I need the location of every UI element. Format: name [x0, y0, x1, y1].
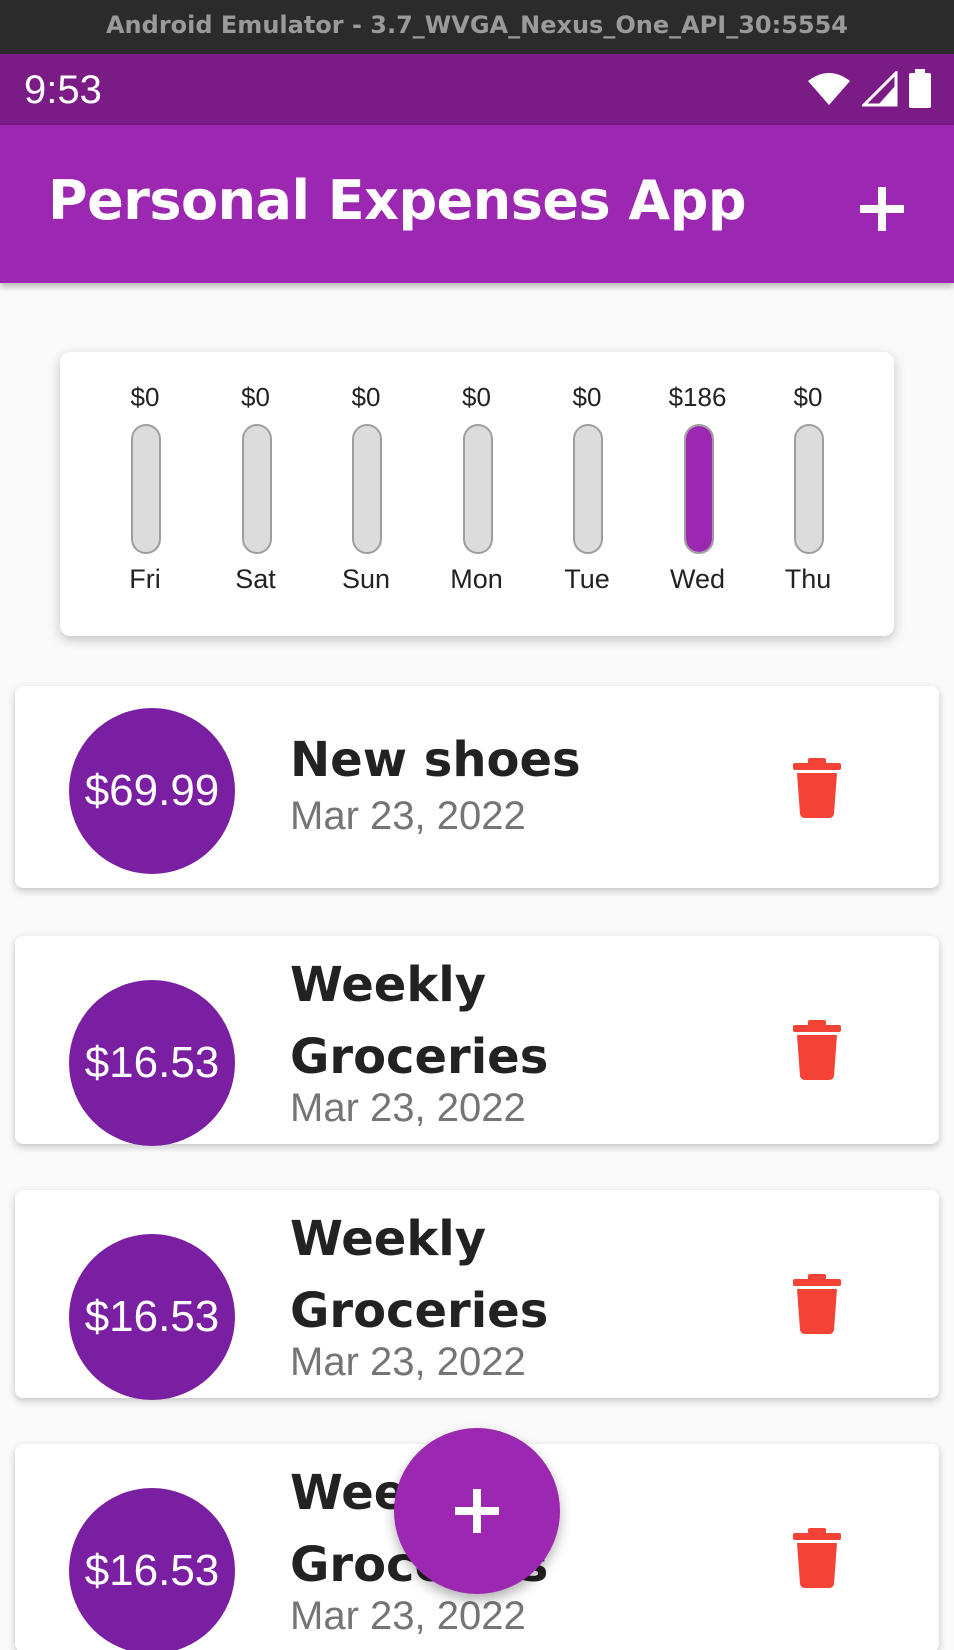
chart-bar-day: Wed [669, 564, 726, 594]
chart-bar-fill [685, 426, 712, 552]
chart-bar-day: Fri [129, 564, 161, 594]
chart-bar-track [462, 424, 493, 554]
chart-bar-day: Mon [450, 564, 503, 594]
emulator-window-title: Android Emulator - 3.7_WVGA_Nexus_One_AP… [0, 0, 954, 54]
chart-bar-2: $0 Sun [311, 352, 421, 636]
chart-bar-1: $0 Sat [201, 352, 311, 636]
trash-icon [793, 1274, 841, 1334]
app-bar: Personal Expenses App [0, 125, 954, 283]
transaction-amount-badge: $16.53 [69, 980, 235, 1146]
transaction-amount: $16.53 [84, 1038, 220, 1087]
chart-bar-amount: $186 [668, 382, 727, 412]
chart-bar-amount: $0 [793, 382, 823, 412]
wifi-icon [808, 73, 850, 105]
trash-icon [793, 1020, 841, 1080]
trash-icon [793, 758, 841, 818]
trash-icon [793, 1528, 841, 1588]
app-title: Personal Expenses App [48, 169, 747, 232]
chart-bar-track [352, 424, 382, 554]
delete-transaction-button[interactable] [791, 1020, 843, 1080]
transaction-title: Weekly Groceries [290, 957, 549, 1085]
chart-bar-6: $0 Thu [753, 352, 863, 636]
transaction-amount: $16.53 [84, 1546, 220, 1595]
chart-bar-track [241, 424, 272, 554]
chart-bar-4: $0 Tue [532, 352, 642, 636]
add-transaction-button[interactable] [852, 179, 912, 239]
chart-bar-amount: $0 [351, 382, 381, 412]
chart-bar-day: Tue [564, 564, 610, 594]
transaction-card: $16.53 Weekly GroceriesMar 23, 2022 [15, 1190, 939, 1400]
transaction-date: Mar 23, 2022 [290, 1086, 526, 1130]
add-transaction-fab[interactable] [394, 1428, 560, 1594]
phone-screen: 9:53 Personal Expenses App $0 Fri $0 Sat $0 S… [0, 54, 954, 1650]
delete-transaction-button[interactable] [791, 758, 843, 818]
delete-transaction-button[interactable] [791, 1274, 843, 1334]
transaction-card: $16.53 Weekly GroceriesMar 23, 2022 [15, 936, 939, 1146]
status-icons [806, 68, 932, 110]
signal-icon [862, 71, 898, 107]
chart-bar-track [573, 424, 603, 554]
transaction-card: $69.99 New shoes Mar 23, 2022 [15, 686, 939, 888]
chart-bar-day: Thu [784, 564, 832, 594]
chart-bar-track [794, 424, 824, 554]
chart-bar-0: $0 Fri [90, 352, 200, 636]
chart-bar-3: $0 Mon [422, 352, 532, 636]
chart-bar-amount: $0 [572, 382, 602, 412]
delete-transaction-button[interactable] [791, 1528, 843, 1588]
chart-bar-amount: $0 [462, 382, 491, 412]
chart-bar-day: Sun [341, 564, 391, 594]
transaction-amount-badge: $69.99 [69, 708, 235, 874]
transaction-date: Mar 23, 2022 [290, 794, 526, 838]
chart-bar-5: $186 Wed [643, 352, 753, 636]
plus-icon [455, 1489, 499, 1533]
chart-bar-day: Sat [235, 564, 276, 594]
battery-icon [909, 69, 931, 108]
transaction-amount-badge: $16.53 [69, 1488, 235, 1650]
transaction-amount-badge: $16.53 [69, 1234, 235, 1400]
transaction-amount: $16.53 [84, 1292, 220, 1341]
transaction-date: Mar 23, 2022 [290, 1594, 526, 1638]
chart-bar-amount: $0 [241, 382, 270, 412]
status-bar: 9:53 [0, 54, 954, 125]
chart-bar-amount: $0 [130, 382, 160, 412]
chart-bar-track [683, 424, 714, 554]
plus-icon [860, 187, 904, 231]
transaction-title: New shoes [290, 732, 581, 788]
transaction-title: Weekly Groceries [290, 1211, 549, 1339]
chart-bar-track [131, 424, 161, 554]
transaction-amount: $69.99 [84, 766, 220, 815]
weekly-chart-card: $0 Fri $0 Sat $0 Sun $0 Mon $0 Tue $186 Wed $0 Thu [60, 352, 894, 636]
transaction-date: Mar 23, 2022 [290, 1340, 526, 1384]
status-time: 9:53 [24, 68, 102, 112]
